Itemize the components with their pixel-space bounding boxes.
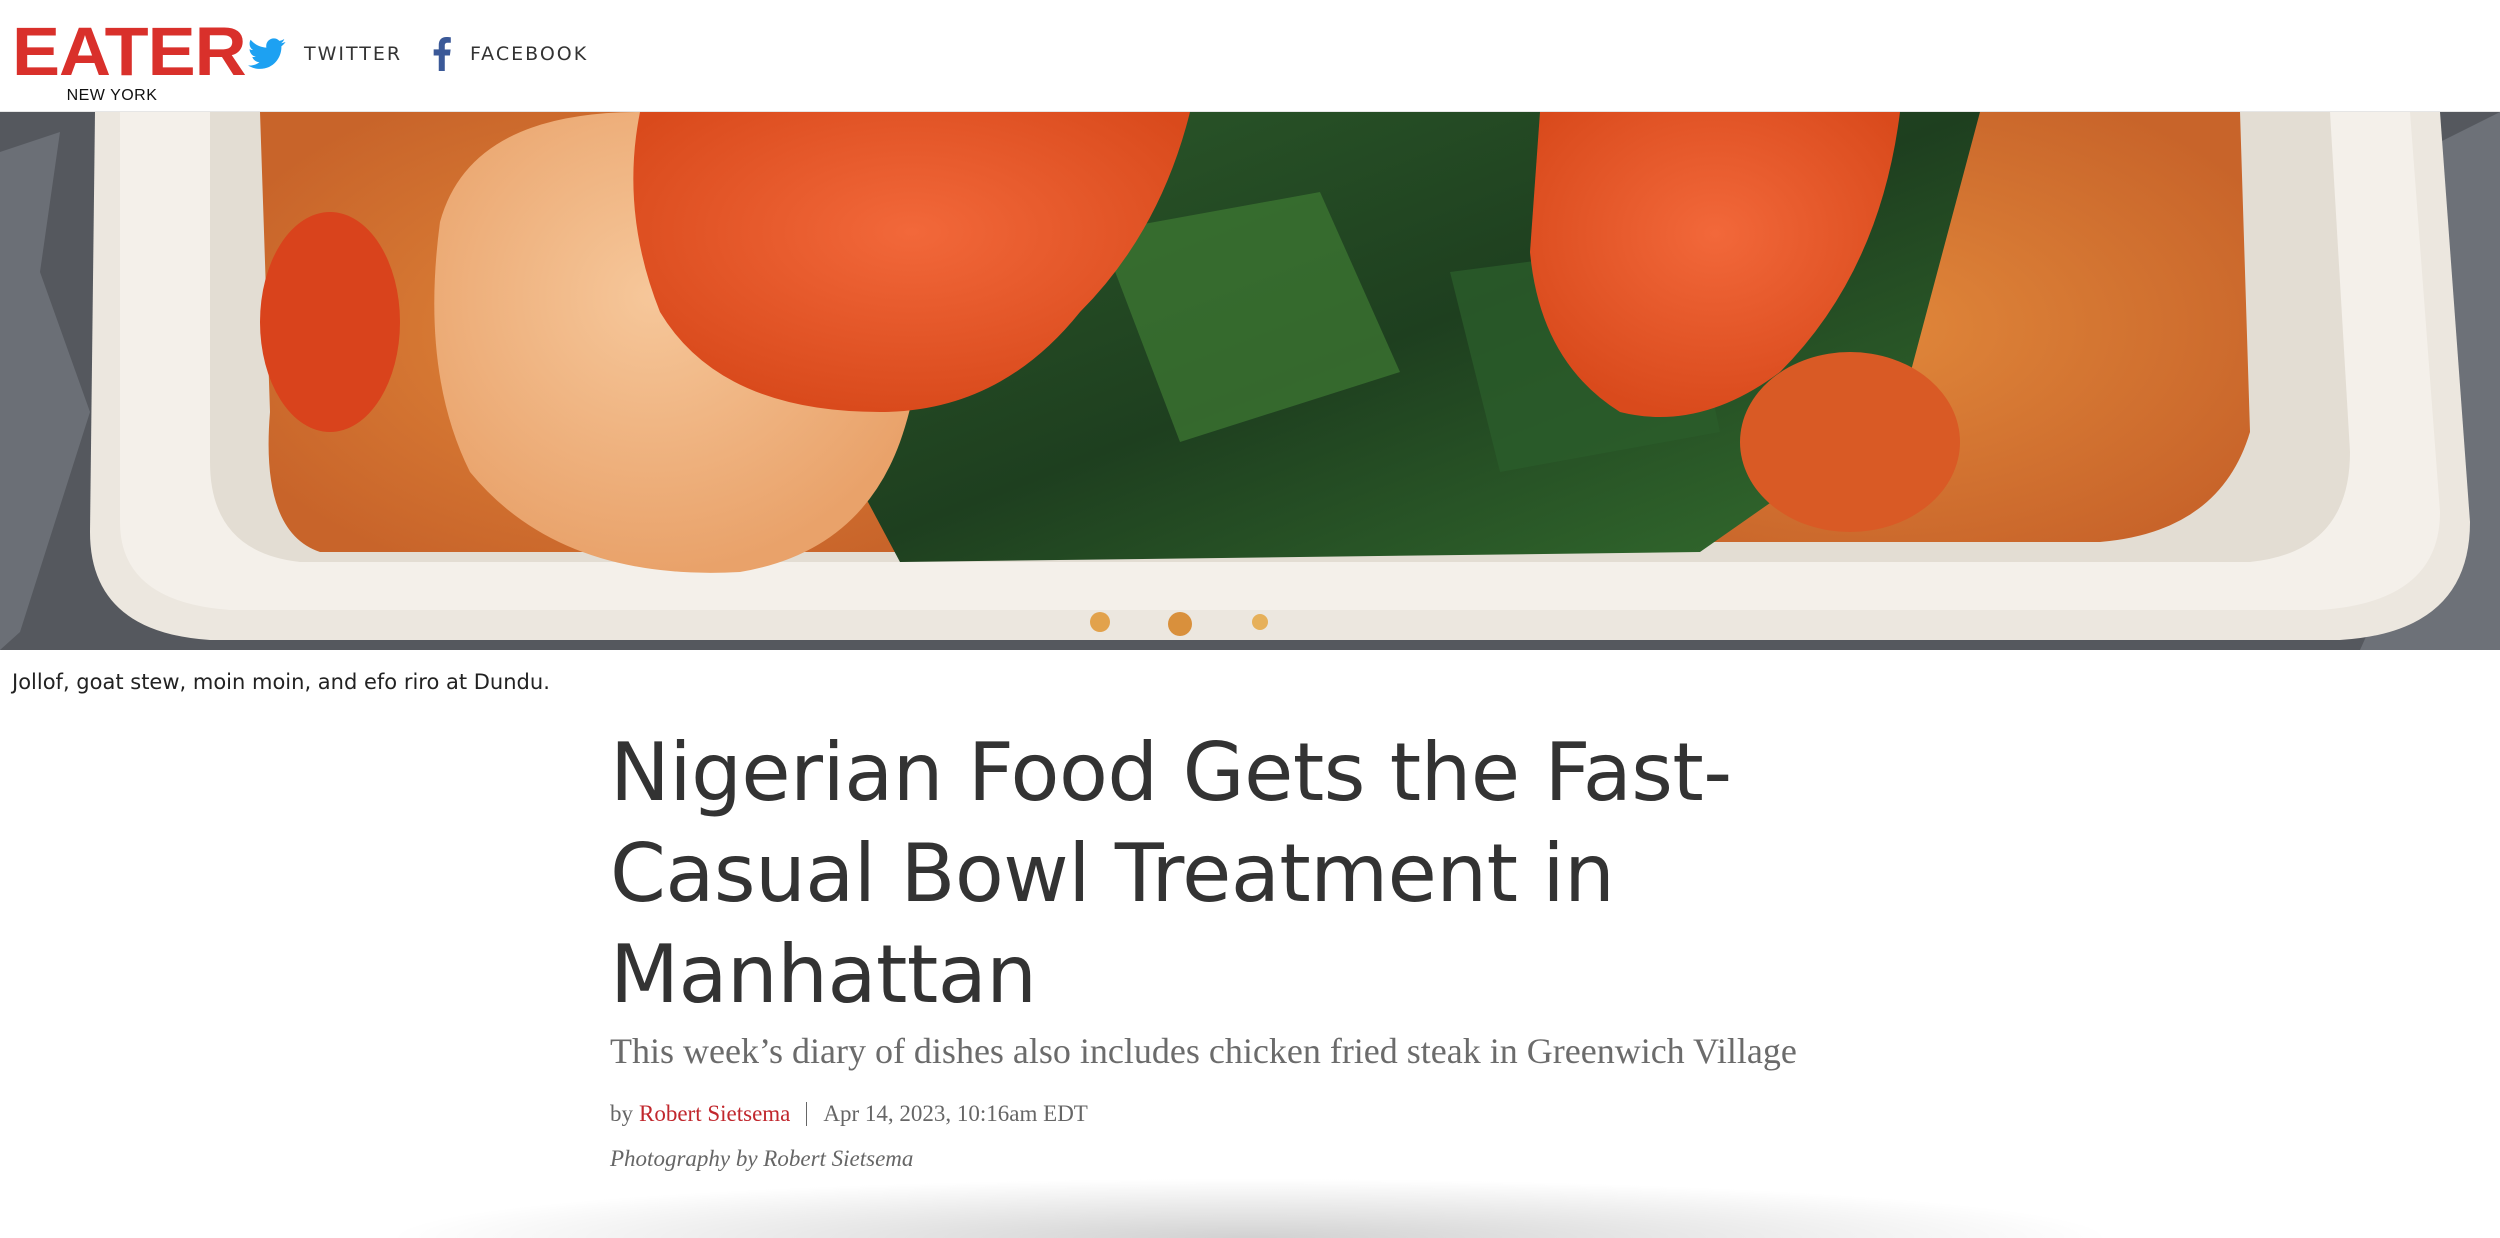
twitter-share-link[interactable]: TWITTER (248, 34, 402, 74)
photo-credit: Photography by Robert Sietsema (610, 1146, 914, 1171)
content-card-shadow (380, 1178, 2120, 1238)
facebook-label: FACEBOOK (470, 43, 589, 65)
byline-divider (806, 1102, 808, 1126)
facebook-share-link[interactable]: FACEBOOK (432, 34, 588, 74)
author-link[interactable]: Robert Sietsema (639, 1101, 790, 1127)
site-header: EATER NEW YORK TWITTER FACEBOOK (0, 0, 2500, 112)
article-dek: This week’s diary of dishes also include… (610, 1031, 1797, 1071)
hero-caption: Jollof, goat stew, moin moin, and efo ri… (12, 670, 550, 694)
logo-city: NEW YORK (66, 87, 158, 104)
publish-date: Apr 14, 2023, 10:16am EDT (823, 1101, 1088, 1126)
hero-image (0, 112, 2500, 650)
facebook-f-icon (432, 37, 452, 71)
article-headline: Nigerian Food Gets the Fast-Casual Bowl … (610, 726, 1732, 1021)
byline-prefix: by (610, 1101, 633, 1126)
eater-logo[interactable]: EATER NEW YORK (12, 14, 247, 106)
logo-wordmark: EATER (12, 14, 247, 90)
byline: by Robert Sietsema Apr 14, 2023, 10:16am… (610, 1101, 1088, 1127)
twitter-label: TWITTER (304, 43, 403, 65)
twitter-bird-icon (248, 38, 286, 70)
